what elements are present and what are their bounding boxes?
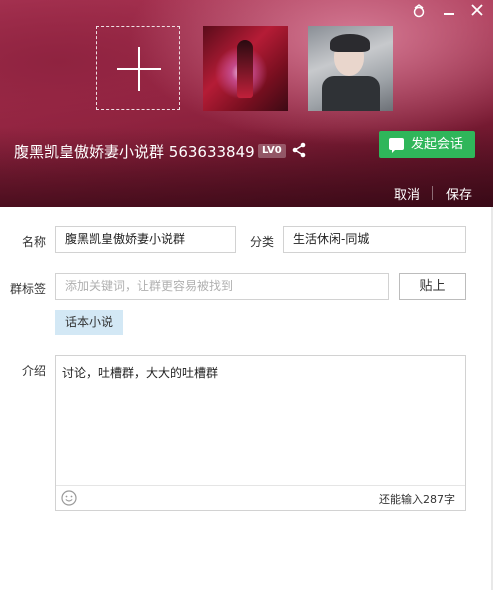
name-field[interactable]: 腹黑凯皇傲娇妻小说群 [55,226,236,253]
close-icon[interactable] [468,4,486,22]
tag-chip[interactable]: 话本小说 [55,310,123,335]
group-title: 腹黑凯皇傲娇妻小说群 563633849 [14,143,255,161]
level-badge: LV0 [258,144,286,158]
start-chat-label: 发起会话 [411,137,464,152]
tags-label: 群标签 [9,282,46,296]
add-photo-button[interactable] [96,26,180,110]
share-icon[interactable] [291,142,309,160]
tags-input[interactable]: 添加关键词，让群更容易被找到 [55,273,389,300]
start-chat-button[interactable]: 发起会话 [379,131,475,158]
intro-text[interactable]: 讨论，吐槽群，大大的吐槽群 [62,364,218,381]
category-label: 分类 [249,235,274,249]
cancel-button[interactable]: 取消 [394,184,420,203]
intro-footer: 还能输入287字 [56,485,465,510]
group-photo-2[interactable] [308,26,393,111]
minimize-icon[interactable] [440,4,458,22]
divider [432,186,433,200]
name-label: 名称 [21,235,46,249]
skin-icon[interactable] [410,4,428,22]
profile-header: 腹黑凯皇傲娇妻小说群 563633849 LV0 发起会话 取消 保存 [0,0,493,207]
category-field[interactable]: 生活休闲-同城 [283,226,466,253]
char-count: 还能输入287字 [379,493,455,506]
intro-label: 介绍 [21,364,46,378]
group-photo-1[interactable] [203,26,288,111]
emoji-icon[interactable] [61,490,77,506]
paste-button[interactable]: 贴上 [399,273,466,300]
intro-textarea[interactable]: 讨论，吐槽群，大大的吐槽群 还能输入287字 [55,355,466,511]
save-button[interactable]: 保存 [446,184,472,203]
chat-bubble-icon [389,138,404,153]
